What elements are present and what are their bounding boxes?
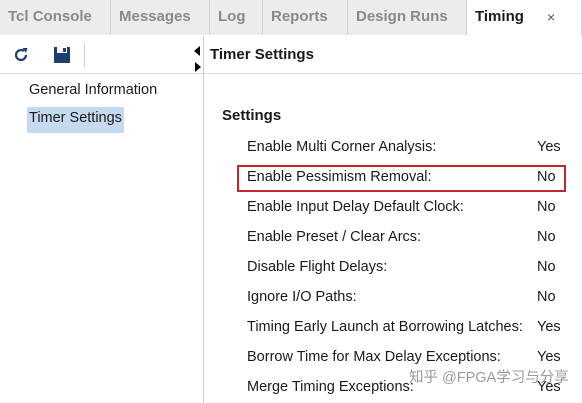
tab-timing[interactable]: Timing: [467, 0, 582, 36]
setting-label: Merge Timing Exceptions:: [247, 379, 414, 395]
setting-label: Enable Input Delay Default Clock:: [247, 199, 464, 215]
tab-label: Messages: [119, 8, 191, 25]
setting-label: Enable Preset / Clear Arcs:: [247, 229, 422, 245]
toolbar-divider: [84, 43, 85, 67]
setting-row-multi-corner-analysis: Enable Multi Corner Analysis: Yes: [247, 136, 577, 160]
setting-row-ignore-io-paths: Ignore I/O Paths: No: [247, 286, 577, 310]
nav-item-label: Timer Settings: [29, 110, 122, 126]
setting-value: Yes: [537, 319, 561, 335]
setting-row-disable-flight-delays: Disable Flight Delays: No: [247, 256, 577, 280]
tab-label: Tcl Console: [8, 8, 92, 25]
tab-log[interactable]: Log: [210, 0, 263, 35]
setting-label: Enable Multi Corner Analysis:: [247, 139, 437, 155]
setting-value: No: [537, 229, 556, 245]
nav-item-label: General Information: [29, 82, 158, 98]
refresh-button[interactable]: [10, 44, 32, 66]
tab-label: Timing: [475, 8, 524, 25]
setting-value: No: [537, 259, 556, 275]
tab-reports[interactable]: Reports: [263, 0, 348, 35]
setting-label: Disable Flight Delays:: [247, 259, 388, 275]
refresh-icon: [14, 48, 28, 62]
panel-title: Timer Settings: [204, 36, 582, 74]
close-tab-icon[interactable]: ×: [547, 9, 555, 25]
setting-label: Timing Early Launch at Borrowing Latches…: [247, 319, 523, 335]
nav-item-general-information[interactable]: General Information: [27, 79, 159, 105]
nav-toolbar: [0, 36, 203, 74]
highlight-annotation-box: [237, 165, 566, 192]
setting-row-input-delay-default-clock: Enable Input Delay Default Clock: No: [247, 196, 577, 220]
setting-label: Ignore I/O Paths:: [247, 289, 357, 305]
setting-value: Yes: [537, 139, 561, 155]
tab-label: Log: [218, 8, 246, 25]
setting-value: No: [537, 199, 556, 215]
save-button[interactable]: [51, 44, 73, 66]
tab-messages[interactable]: Messages: [111, 0, 210, 35]
watermark-text: 知乎 @FPGA学习与分享: [409, 370, 569, 386]
setting-row-preset-clear-arcs: Enable Preset / Clear Arcs: No: [247, 226, 577, 250]
section-title: Settings: [222, 107, 282, 124]
tab-design-runs[interactable]: Design Runs: [348, 0, 467, 35]
setting-label: Borrow Time for Max Delay Exceptions:: [247, 349, 501, 365]
tab-label: Reports: [271, 8, 328, 25]
tab-bar: Tcl Console Messages Log Reports Design …: [0, 0, 582, 36]
save-icon: [54, 47, 70, 63]
tab-label: Design Runs: [356, 8, 448, 25]
navigation-panel: General Information Timer Settings: [0, 36, 203, 403]
setting-value: Yes: [537, 349, 561, 365]
setting-row-early-launch-borrowing-latches: Timing Early Launch at Borrowing Latches…: [247, 316, 577, 340]
expand-right-icon[interactable]: [195, 62, 201, 72]
timer-settings-panel: Timer Settings Settings Enable Multi Cor…: [204, 36, 582, 403]
collapse-left-icon[interactable]: [194, 46, 200, 56]
setting-value: No: [537, 289, 556, 305]
nav-item-timer-settings[interactable]: Timer Settings: [27, 107, 124, 133]
tab-tcl-console[interactable]: Tcl Console: [0, 0, 111, 35]
